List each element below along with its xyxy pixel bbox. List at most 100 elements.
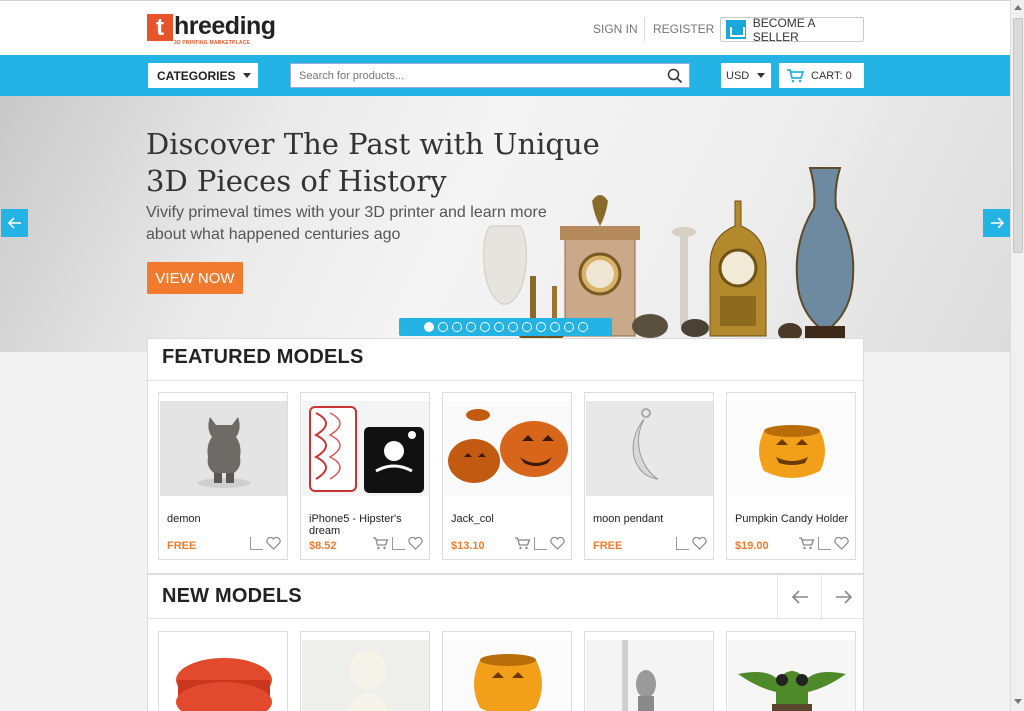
scroll-up-icon[interactable] (1014, 5, 1022, 10)
become-seller-button[interactable]: BECOME A SELLER (720, 15, 864, 44)
slider-dot[interactable] (563, 322, 574, 332)
slider-prev-button[interactable] (1, 209, 28, 237)
heart-icon[interactable] (834, 537, 849, 550)
product-name: Pumpkin Candy Holder (735, 513, 849, 525)
product-price: FREE (593, 540, 623, 552)
product-card[interactable]: iPhone5 - Hipster's dream $8.52 (300, 392, 430, 560)
slider-dot[interactable] (437, 322, 448, 332)
heart-icon[interactable] (550, 537, 565, 550)
search-input[interactable] (291, 64, 664, 87)
arrow-left-icon (791, 590, 808, 604)
add-to-cart-icon[interactable] (514, 537, 531, 550)
categories-dropdown[interactable]: CATEGORIES (148, 63, 258, 88)
slider-dot[interactable] (493, 322, 504, 332)
product-price: $13.10 (451, 540, 485, 552)
logo-name: hreeding (174, 12, 276, 40)
featured-model-list: demon FREE iPhone5 - Hipster's dream $8.… (158, 392, 856, 560)
compare-icon[interactable] (534, 537, 547, 550)
slider-dot[interactable] (521, 322, 532, 332)
search-bar (290, 63, 690, 88)
logo-mark: t (147, 14, 173, 41)
product-card[interactable] (584, 631, 714, 711)
product-card[interactable]: Pumpkin Candy Holder $19.00 (726, 392, 856, 560)
become-seller-label: BECOME A SELLER (752, 15, 815, 44)
compare-icon[interactable] (818, 537, 831, 550)
product-image-figure (586, 640, 713, 711)
compare-icon[interactable] (250, 537, 263, 550)
product-name: Jack_col (451, 513, 494, 525)
section-title: NEW MODELS (162, 585, 302, 607)
arrow-right-icon (835, 590, 852, 604)
add-to-cart-icon[interactable] (372, 537, 389, 550)
product-image-jack-col (444, 401, 571, 496)
threeding-logo[interactable]: t hreeding 3D PRINTING MARKETPLACE (147, 14, 276, 46)
product-actions (250, 537, 281, 550)
product-name: demon (167, 513, 201, 525)
slider-dot[interactable] (507, 322, 518, 332)
storefront-icon (726, 20, 746, 39)
hero-slider: Discover The Past with Unique 3D Pieces … (0, 96, 1010, 352)
heart-icon[interactable] (266, 537, 281, 550)
heart-icon[interactable] (692, 537, 707, 550)
product-card[interactable]: moon pendant FREE (584, 392, 714, 560)
cart-button[interactable]: CART: 0 (779, 63, 864, 88)
product-card[interactable] (158, 631, 288, 711)
slider-dot[interactable] (465, 322, 476, 332)
slider-next-button[interactable] (983, 209, 1010, 237)
logo-tagline: 3D PRINTING MARKETPLACE (174, 40, 250, 46)
scroll-down-icon[interactable] (1014, 699, 1022, 704)
section-header: NEW MODELS (148, 575, 863, 619)
search-icon[interactable] (664, 65, 686, 87)
arrow-left-icon (7, 217, 21, 229)
new-model-list (158, 631, 856, 711)
currency-dropdown[interactable]: USD (721, 63, 771, 88)
product-actions (372, 537, 423, 550)
hero-subtitle: Vivify primeval times with your 3D print… (146, 204, 547, 243)
top-header: t hreeding 3D PRINTING MARKETPLACE SIGN … (0, 0, 1010, 55)
compare-icon[interactable] (392, 537, 405, 550)
product-price: FREE (167, 540, 197, 552)
product-image-macaron (160, 640, 287, 711)
sign-in-link[interactable]: SIGN IN (593, 22, 638, 36)
cart-icon (787, 68, 804, 82)
add-to-cart-icon[interactable] (798, 537, 815, 550)
slider-dot[interactable] (451, 322, 462, 332)
slider-dot[interactable] (535, 322, 546, 332)
slider-dot[interactable] (577, 322, 588, 332)
new-models-next-button[interactable] (821, 575, 865, 619)
currency-label: USD (726, 69, 750, 82)
product-price: $8.52 (309, 540, 337, 552)
categories-label: CATEGORIES (157, 68, 236, 83)
slider-dot[interactable] (549, 322, 560, 332)
hero-title: Discover The Past with Unique 3D Pieces … (146, 127, 600, 198)
compare-icon[interactable] (676, 537, 689, 550)
product-image-pumpkin-candy-holder (728, 401, 855, 496)
product-name: iPhone5 - Hipster's dream (309, 513, 402, 537)
product-card[interactable] (726, 631, 856, 711)
product-image-pumpkin (444, 640, 571, 711)
heart-icon[interactable] (408, 537, 423, 550)
product-image-moon-pendant (586, 401, 713, 496)
register-link[interactable]: REGISTER (653, 22, 714, 36)
page-scrollbar[interactable] (1010, 0, 1024, 711)
scrollbar-thumb[interactable] (1013, 18, 1023, 253)
product-actions (676, 537, 707, 550)
slider-dot[interactable] (479, 322, 490, 332)
product-actions (798, 537, 849, 550)
product-image-bust (302, 640, 429, 711)
product-card[interactable] (442, 631, 572, 711)
slider-dot[interactable] (423, 322, 434, 332)
product-card[interactable]: demon FREE (158, 392, 288, 560)
caret-down-icon (757, 73, 766, 78)
section-header: FEATURED MODELS (148, 339, 863, 381)
header-divider (644, 17, 645, 41)
product-image-yoda (728, 640, 855, 711)
new-models-prev-button[interactable] (777, 575, 821, 619)
view-now-button[interactable]: VIEW NOW (147, 262, 243, 294)
caret-down-icon (243, 73, 252, 78)
product-image-demon (160, 401, 287, 496)
slider-pagination (399, 318, 612, 336)
product-card[interactable]: Jack_col $13.10 (442, 392, 572, 560)
product-card[interactable] (300, 631, 430, 711)
logo-wordmark: hreeding 3D PRINTING MARKETPLACE (174, 12, 276, 47)
